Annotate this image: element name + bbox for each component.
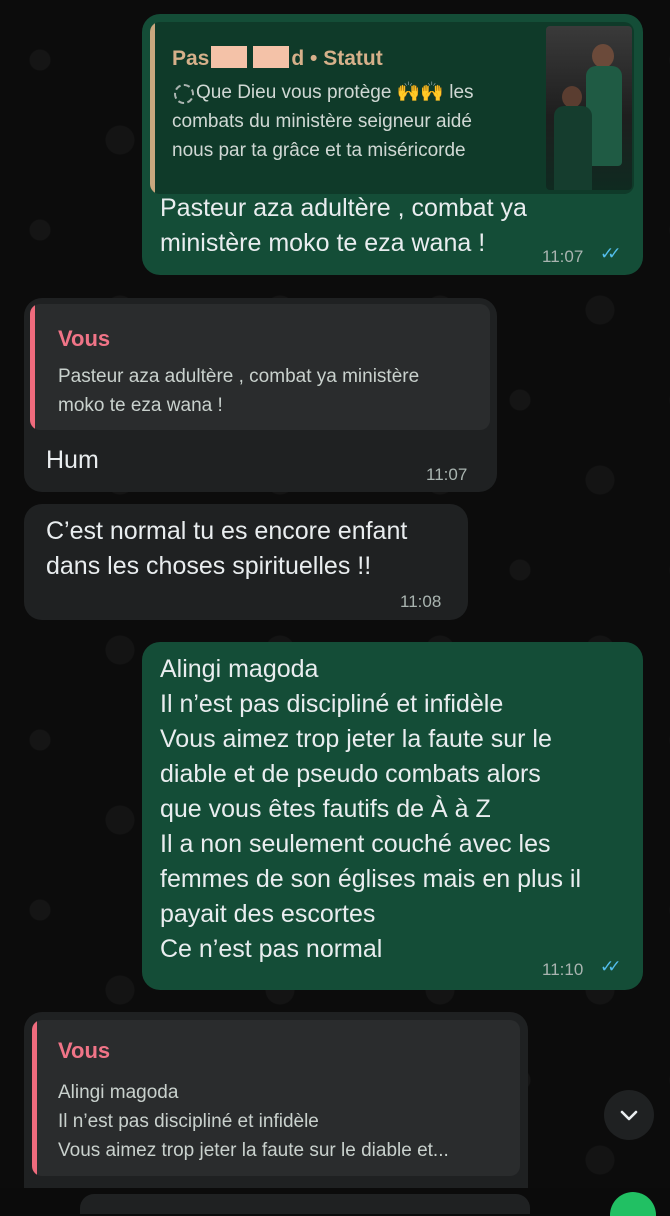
message-input[interactable] [80,1194,530,1214]
status-thumbnail [546,26,632,190]
chevron-down-icon [620,1110,638,1121]
message-text: Hum [46,446,99,474]
quoted-message[interactable]: Vous Pasteur aza adultère , combat ya mi… [30,304,490,430]
message-bubble-incoming[interactable]: C’est normal tu es encore enfant dans le… [24,504,468,620]
send-button[interactable] [610,1192,656,1216]
quote-text: Que Dieu vous protège 🙌🙌 les combats du … [172,82,474,161]
message-bubble-incoming[interactable]: Vous Alingi magoda Il n’est pas discipli… [24,1012,528,1200]
message-time: 11:10 [542,960,584,979]
quoted-status[interactable]: Pas d • Statut Que Dieu vous protège 🙌🙌 l… [150,22,634,194]
quote-sender-name: Vous [58,1038,111,1063]
double-check-icon: ✓✓ [600,244,621,263]
double-check-icon: ✓✓ [600,957,621,976]
message-bubble-incoming[interactable]: Vous Pasteur aza adultère , combat ya mi… [24,298,497,492]
composer-bar [0,1188,670,1216]
message-text: Pasteur aza adultère , combat ya ministè… [160,194,527,257]
quote-sender-name: Vous [58,326,111,351]
quote-bar [30,304,35,430]
message-time: 11:08 [400,592,442,611]
redacted-name [211,46,248,68]
quote-text: Pasteur aza adultère , combat ya ministè… [58,366,420,416]
message-time: 11:07 [542,247,584,266]
quote-bar [150,22,155,194]
message-text: C’est normal tu es encore enfant dans le… [46,517,408,580]
quoted-message[interactable]: Vous Alingi magoda Il n’est pas discipli… [32,1020,520,1176]
message-bubble-outgoing[interactable]: Pas d • Statut Que Dieu vous protège 🙌🙌 l… [142,14,643,275]
scroll-to-bottom-button[interactable] [604,1090,654,1140]
quote-text: Alingi magoda Il n’est pas discipliné et… [58,1082,449,1161]
redacted-name [253,46,290,68]
quote-bar [32,1020,37,1176]
message-text: Alingi magoda Il n’est pas discipliné et… [160,655,582,963]
message-bubble-outgoing[interactable]: Alingi magoda Il n’est pas discipliné et… [142,642,643,990]
quote-sender-name: Pas d • Statut [172,46,383,70]
message-time: 11:07 [426,465,468,484]
